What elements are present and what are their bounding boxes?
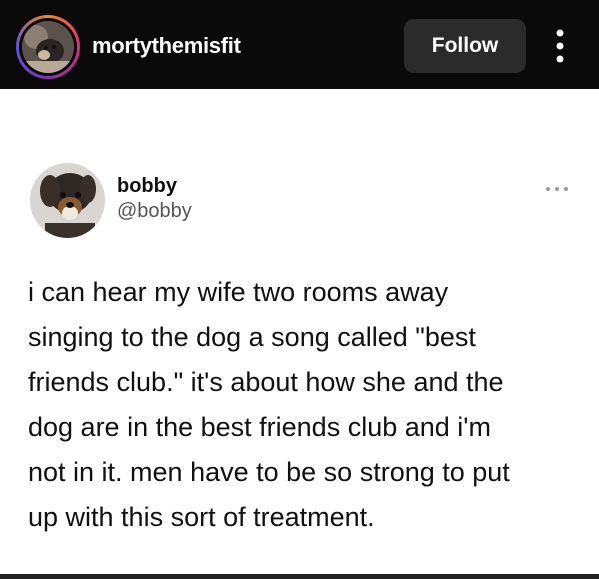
tweet-line: dog are in the best friends club and i'm [28, 412, 491, 442]
account-name[interactable]: mortythemisfit [92, 33, 241, 59]
tweet-body: i can hear my wife two rooms away singin… [28, 270, 588, 540]
tweet-display-name[interactable]: bobby [117, 175, 177, 198]
dog-avatar-image [22, 21, 74, 73]
tweet-line: friends club." it's about how she and th… [28, 367, 504, 397]
tweet-handle[interactable]: @bobby [117, 200, 192, 223]
tweet-line: singing to the dog a song called "best [28, 322, 476, 352]
post-frame: mortythemisfit Follow bobby @bobby i can… [0, 0, 599, 579]
more-horizontal-icon[interactable] [544, 181, 570, 191]
more-vertical-icon[interactable] [549, 26, 571, 66]
profile-avatar[interactable] [16, 15, 80, 79]
tweet-line: i can hear my wife two rooms away [28, 277, 449, 307]
post-header: mortythemisfit Follow [0, 0, 599, 89]
follow-button[interactable]: Follow [404, 19, 526, 73]
tweet-line: up with this sort of treatment. [28, 502, 375, 532]
tweet-line: not in it. men have to be so strong to p… [28, 457, 510, 487]
bottom-divider [0, 574, 599, 579]
tweet-author-avatar[interactable] [30, 163, 105, 238]
